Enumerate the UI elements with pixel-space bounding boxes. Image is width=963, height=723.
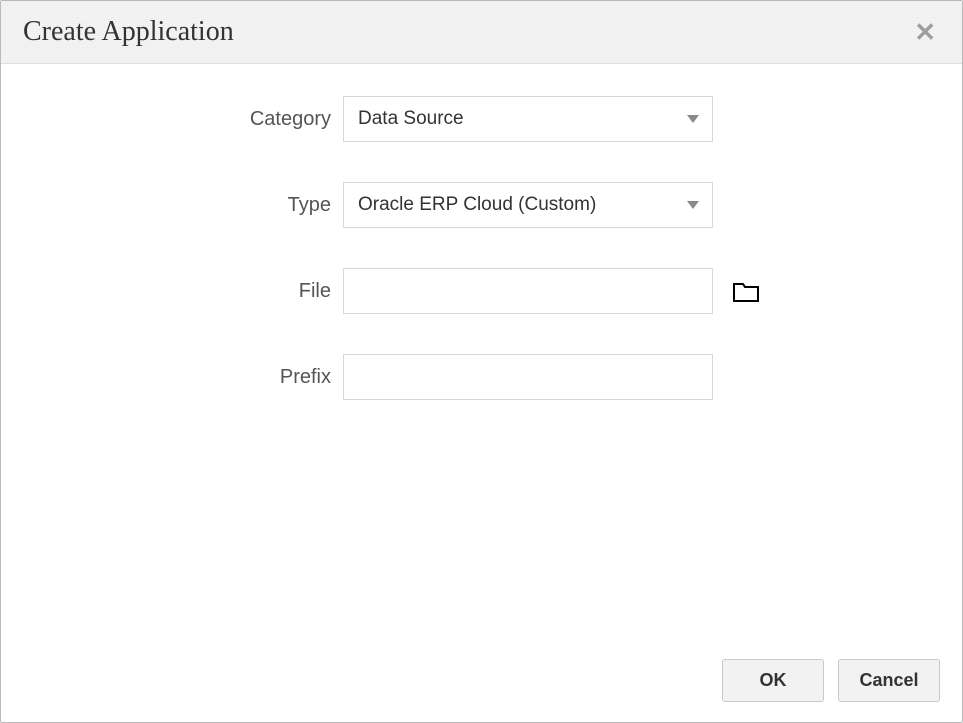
ok-button[interactable]: OK xyxy=(722,659,824,702)
row-prefix: Prefix xyxy=(31,354,932,400)
dialog-title: Create Application xyxy=(23,16,234,48)
category-select[interactable]: Data Source xyxy=(343,96,713,142)
close-icon[interactable]: ✕ xyxy=(908,15,942,49)
label-prefix: Prefix xyxy=(31,366,343,389)
row-category: Category Data Source xyxy=(31,96,932,142)
label-type: Type xyxy=(31,194,343,217)
folder-icon[interactable] xyxy=(733,280,759,302)
label-category: Category xyxy=(31,108,343,131)
type-select[interactable]: Oracle ERP Cloud (Custom) xyxy=(343,182,713,228)
category-select-value: Data Source xyxy=(358,108,464,130)
file-input[interactable] xyxy=(343,268,713,314)
type-select-value: Oracle ERP Cloud (Custom) xyxy=(358,194,596,216)
prefix-input[interactable] xyxy=(343,354,713,400)
dialog-body: Category Data Source Type Oracle ERP C xyxy=(1,64,962,643)
row-file: File xyxy=(31,268,932,314)
row-type: Type Oracle ERP Cloud (Custom) xyxy=(31,182,932,228)
dialog-footer: OK Cancel xyxy=(1,643,962,722)
label-file: File xyxy=(31,280,343,303)
create-application-dialog: Create Application ✕ Category Data Sourc… xyxy=(0,0,963,723)
dialog-header: Create Application ✕ xyxy=(1,1,962,64)
cancel-button[interactable]: Cancel xyxy=(838,659,940,702)
